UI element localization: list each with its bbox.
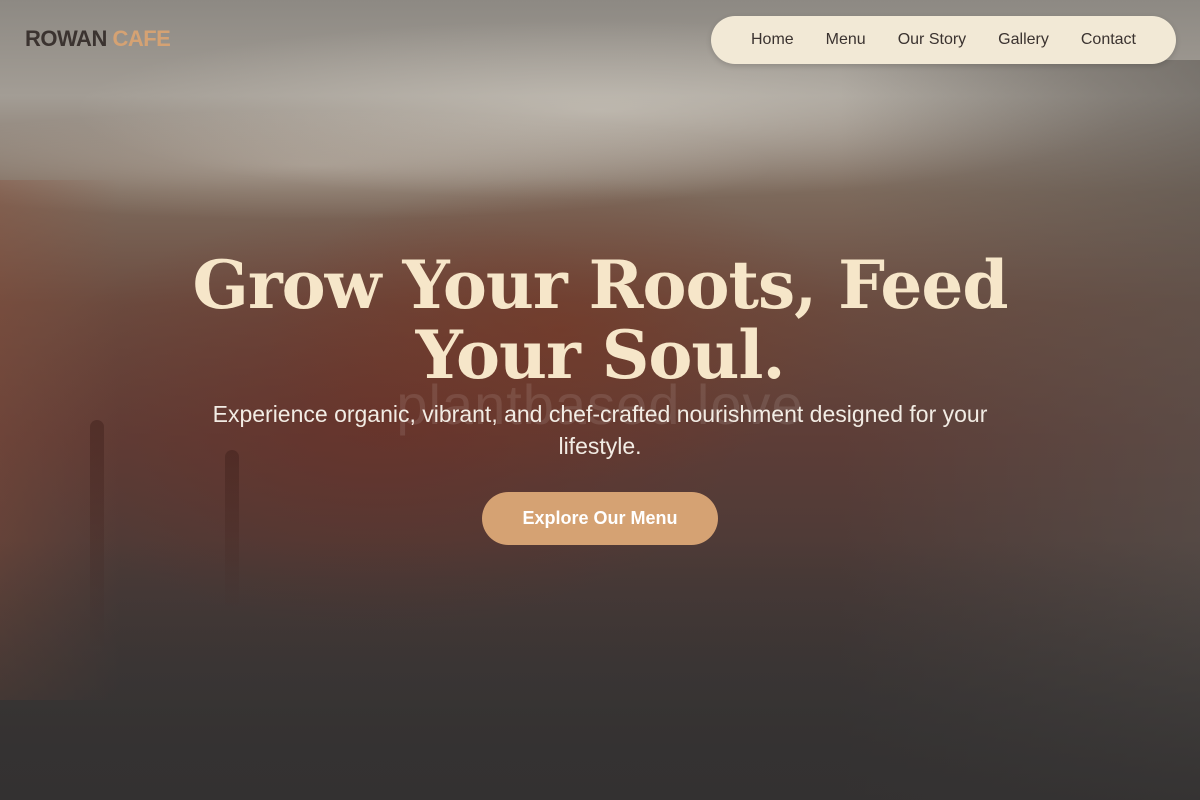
nav-item-our-story[interactable]: Our Story [898, 31, 966, 49]
site-header: ROWAN CAFE Home Menu Our Story Gallery C… [0, 0, 1200, 80]
hero-title-line1: Grow Your Roots, Feed [192, 246, 1009, 324]
hero-section: Grow Your Roots, Feed Your Soul. Experie… [0, 250, 1200, 545]
main-nav: Home Menu Our Story Gallery Contact [711, 16, 1176, 64]
nav-item-gallery[interactable]: Gallery [998, 31, 1049, 49]
hero-title-line2: Your Soul. [415, 316, 786, 394]
hero-subtitle: Experience organic, vibrant, and chef-cr… [212, 401, 988, 459]
hero-dark-overlay [0, 540, 1200, 800]
hero-title: Grow Your Roots, Feed Your Soul. [170, 250, 1030, 390]
nav-item-menu[interactable]: Menu [826, 31, 866, 49]
logo[interactable]: ROWAN CAFE [25, 26, 171, 52]
nav-item-contact[interactable]: Contact [1081, 31, 1136, 49]
nav-item-home[interactable]: Home [751, 31, 794, 49]
explore-menu-button[interactable]: Explore Our Menu [482, 492, 718, 545]
logo-word-cafe: CAFE [112, 26, 171, 51]
logo-word-rowan: ROWAN [25, 26, 107, 51]
